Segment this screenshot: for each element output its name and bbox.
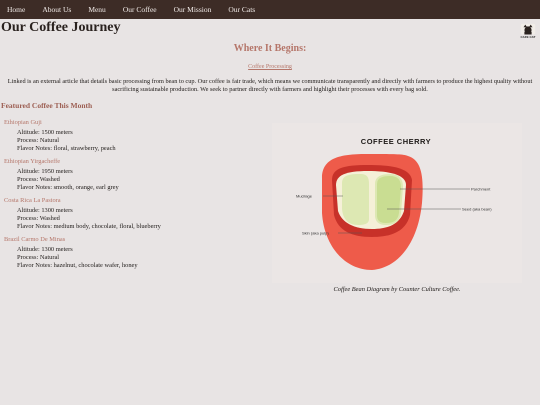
cherry-diagram-svg: COFFEE CHERRY Parchment Mucilage Seed (a… (296, 137, 492, 270)
coffee-item: Ethiopian Guji Altitude: 1500 meters Pro… (0, 118, 260, 157)
coffee-altitude: Altitude: 1300 meters (17, 207, 73, 214)
top-navbar: Home About Us Menu Our Coffee Our Missio… (0, 0, 540, 19)
nav-menu[interactable]: Menu (88, 5, 106, 14)
page-title: Our Coffee Journey (1, 20, 121, 35)
coffee-altitude: Altitude: 1300 meters (17, 246, 73, 253)
featured-heading: Featured Coffee This Month (1, 101, 93, 110)
coffee-altitude: Altitude: 1500 meters (17, 129, 73, 136)
coffee-process: Process: Washed (17, 176, 60, 183)
seed-label: Seed (aka bean) (462, 207, 492, 212)
logo-text: CAFE CAT (520, 35, 536, 39)
coffee-name: Costa Rica La Pastora (4, 197, 61, 204)
coffee-name: Ethiopian Yirgacheffe (4, 158, 61, 165)
coffee-flavor-notes: Flavor Notes: smooth, orange, earl grey (17, 184, 119, 191)
coffee-flavor-notes: Flavor Notes: hazelnut, chocolate wafer,… (17, 262, 138, 269)
mucilage-label: Mucilage (296, 194, 313, 199)
coffee-name: Ethiopian Guji (4, 119, 42, 126)
coffee-altitude: Altitude: 1950 meters (17, 168, 73, 175)
diagram-title: COFFEE CHERRY (361, 137, 431, 146)
nav-our-cats[interactable]: Our Cats (228, 5, 255, 14)
coffee-name: Brazil Carmo De Minas (4, 236, 66, 243)
coffee-flavor-notes: Flavor Notes: medium body, chocolate, fl… (17, 223, 161, 230)
coffee-process: Process: Natural (17, 254, 60, 261)
coffee-item: Brazil Carmo De Minas Altitude: 1300 met… (0, 235, 260, 274)
section-heading: Where It Begins: (233, 43, 307, 54)
coffee-flavor-notes: Flavor Notes: floral, strawberry, peach (17, 145, 116, 152)
coffee-process: Process: Natural (17, 137, 60, 144)
diagram-caption: Coffee Bean Diagram by Counter Culture C… (333, 286, 461, 293)
nav-home[interactable]: Home (7, 5, 25, 14)
nav-our-mission[interactable]: Our Mission (174, 5, 212, 14)
coffee-item: Ethiopian Yirgacheffe Altitude: 1950 met… (0, 157, 260, 196)
bean-right (375, 173, 404, 226)
coffee-processing-link[interactable]: Coffee Processing (0, 64, 540, 70)
coffee-list: Ethiopian Guji Altitude: 1500 meters Pro… (0, 118, 260, 274)
intro-paragraph: Linked is an external article that detai… (7, 78, 533, 93)
bean-left (342, 174, 369, 225)
coffee-process: Process: Washed (17, 215, 60, 222)
parchment-label: Parchment (471, 187, 491, 192)
nav-our-coffee[interactable]: Our Coffee (123, 5, 157, 14)
coffee-cherry-diagram: COFFEE CHERRY Parchment Mucilage Seed (a… (272, 123, 522, 283)
nav-about-us[interactable]: About Us (42, 5, 71, 14)
skin-label: Skin (aka pulp) (302, 231, 329, 236)
coffee-item: Costa Rica La Pastora Altitude: 1300 met… (0, 196, 260, 235)
